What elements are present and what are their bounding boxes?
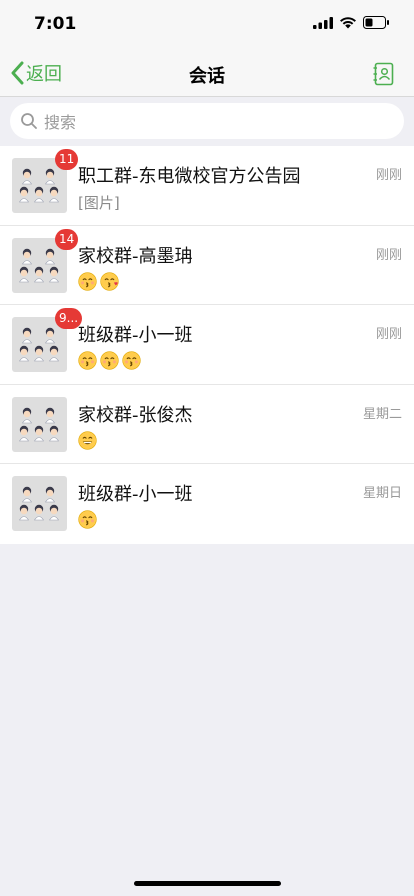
conversation-item[interactable]: 11 职工群-东电微校官方公告园 刚刚 [图片]: [0, 146, 414, 226]
conversation-item[interactable]: 班级群-小一班 星期日: [0, 464, 414, 544]
conversation-list: 11 职工群-东电微校官方公告园 刚刚 [图片] 14 家校群-高墨珃 刚刚 9... 班级群-…: [0, 146, 414, 544]
group-avatar: [12, 396, 67, 452]
navigation-bar: 返回 会话: [0, 50, 414, 97]
conversation-time: 刚刚: [375, 247, 402, 263]
conversation-title: 班级群-小一班: [78, 325, 193, 346]
preview-text: [图片]: [78, 194, 120, 212]
kiss-heart-emoji-icon: [100, 271, 119, 291]
page-title: 会话: [189, 66, 225, 87]
kissing-emoji-icon: [78, 351, 97, 370]
battery-icon: [363, 16, 389, 29]
conversation-time: 星期日: [362, 486, 402, 501]
search-placeholder: 搜索: [44, 113, 77, 132]
kissing-emoji-icon: [78, 510, 97, 529]
home-indicator: [134, 881, 281, 886]
status-icons: [313, 16, 390, 29]
conversation-time: 星期二: [362, 406, 402, 422]
search-input[interactable]: 搜索: [10, 103, 404, 139]
conversation-item[interactable]: 9... 班级群-小一班 刚刚: [0, 305, 414, 385]
conversation-preview: [78, 271, 122, 291]
conversation-time: 刚刚: [375, 168, 402, 183]
conversation-title: 职工群-东电微校官方公告园: [78, 166, 301, 187]
search-icon: [21, 113, 37, 129]
contacts-book-icon[interactable]: [372, 62, 396, 86]
kissing-emoji-icon: [100, 351, 119, 370]
conversation-preview: [78, 351, 144, 370]
conversation-item[interactable]: 14 家校群-高墨珃 刚刚: [0, 226, 414, 305]
wifi-icon: [340, 17, 356, 29]
kissing-emoji-icon: [122, 351, 141, 370]
kissing-emoji-icon: [78, 271, 97, 291]
cellular-signal-icon: [313, 16, 333, 29]
search-area: 搜索: [0, 97, 414, 146]
conversation-title: 班级群-小一班: [78, 484, 193, 505]
conversation-item[interactable]: 家校群-张俊杰 星期二: [0, 385, 414, 464]
status-time: 7:01: [34, 14, 77, 34]
conversation-title: 家校群-张俊杰: [78, 404, 193, 426]
conversation-time: 刚刚: [375, 327, 402, 342]
group-avatar: [12, 476, 67, 531]
conversation-preview: [图片]: [78, 192, 120, 213]
conversation-preview: [78, 510, 100, 529]
status-bar: 7:01: [0, 0, 414, 50]
unread-badge: 11: [55, 149, 79, 170]
unread-badge: 14: [55, 228, 79, 250]
grin-emoji-icon: [78, 430, 97, 450]
conversation-title: 家校群-高墨珃: [78, 245, 193, 267]
conversation-preview: [78, 430, 100, 450]
